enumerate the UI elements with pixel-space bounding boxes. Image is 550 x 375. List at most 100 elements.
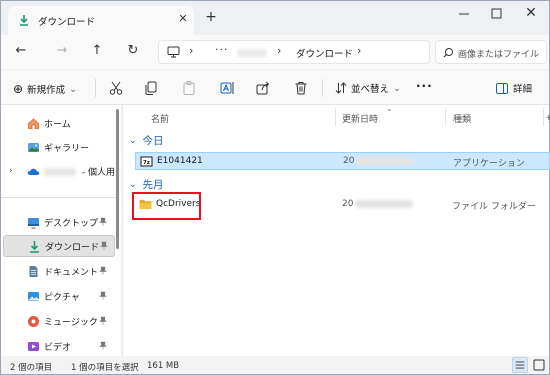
sidebar-item-label: ピクチャ [44, 292, 80, 303]
sort-label: 並べ替え [351, 84, 390, 95]
column-header-date[interactable]: 更新日時 [342, 112, 378, 125]
file-date: 20 [343, 156, 415, 166]
selection-count: 1 個の項目を選択 [71, 363, 139, 373]
sidebar-item-gallery[interactable]: ギャラリー [3, 136, 115, 158]
video-icon [28, 341, 39, 351]
search-box[interactable]: 画像またはファイル [435, 40, 547, 64]
address-bar[interactable]: › ··· › ダウンロード › [158, 40, 430, 64]
sidebar-item-label: ビデオ [44, 342, 72, 353]
copy-icon[interactable] [143, 80, 159, 96]
up-button[interactable]: ↑ [89, 43, 105, 59]
column-divider[interactable] [543, 108, 544, 126]
highlight-annotation [132, 192, 201, 220]
chevron-down-icon: ⌄ [393, 82, 401, 94]
chevron-down-icon: ⌄ [129, 135, 137, 146]
maximize-button[interactable] [490, 7, 504, 21]
sidebar-item-downloads[interactable]: ダウンロード [3, 235, 115, 257]
document-icon [29, 265, 38, 277]
title-bar: ダウンロード ✕ + ✕ [1, 1, 549, 35]
music-icon [28, 315, 39, 327]
navigation-pane: ホーム ギャラリー › - 個人用 デスクトップ ダウンロード ドキュメント ピ… [1, 105, 121, 356]
details-pane-icon [496, 82, 508, 94]
file-type: ファイル フォルダー [452, 202, 536, 212]
large-icons-view-icon[interactable] [531, 357, 547, 373]
breadcrumb-separator: › [277, 44, 282, 57]
column-divider[interactable] [445, 108, 446, 126]
search-placeholder: 画像またはファイル [458, 50, 540, 60]
group-header-today[interactable]: ⌄ 今日 [129, 133, 164, 148]
column-header-type[interactable]: 種類 [453, 112, 471, 125]
sidebar-item-label: - 個人用 [44, 165, 115, 178]
new-tab-button[interactable]: + [204, 10, 218, 24]
details-view-icon[interactable] [512, 357, 528, 373]
tab-downloads[interactable]: ダウンロード ✕ [8, 6, 194, 35]
details-pane-button[interactable]: 詳細 [496, 81, 532, 95]
breadcrumb-separator: › [189, 44, 194, 57]
sidebar-item-onedrive[interactable]: › - 個人用 [3, 160, 115, 182]
sidebar-divider [1, 197, 119, 198]
sidebar-item-desktop[interactable]: デスクトップ [3, 211, 115, 233]
breadcrumb-overflow[interactable]: ··· [215, 43, 229, 56]
sort-indicator-icon: ⌄ [386, 104, 393, 113]
computer-icon [167, 46, 180, 58]
cut-icon[interactable] [108, 80, 124, 96]
sidebar-item-label: ダウンロード [45, 242, 100, 253]
back-button[interactable]: ← [13, 43, 29, 59]
tab-title: ダウンロード [38, 17, 96, 28]
share-icon[interactable] [255, 80, 271, 96]
account-name-redacted [44, 168, 76, 176]
file-row[interactable]: 7z E1041421 20 アプリケーション [135, 152, 550, 170]
download-icon [20, 15, 28, 26]
command-bar: ⊕ 新規作成 ⌄ 並べ替え ⌄ ··· 詳細 [1, 71, 549, 105]
rename-icon[interactable] [219, 80, 235, 96]
sidebar-item-label: ギャラリー [44, 143, 90, 154]
close-window-button[interactable]: ✕ [523, 5, 539, 21]
plus-icon: ⊕ [13, 82, 24, 96]
tab-close-button[interactable]: ✕ [176, 12, 190, 26]
sidebar-item-label: ミュージック [44, 317, 98, 328]
sidebar-item-pictures[interactable]: ピクチャ [3, 285, 115, 307]
pin-icon [99, 341, 107, 352]
group-header-last-month[interactable]: ⌄ 先月 [129, 177, 164, 192]
date-redacted [355, 199, 414, 208]
breadcrumb-separator: › [357, 44, 362, 57]
explorer-window: ダウンロード ✕ + ✕ ← → ↑ ↻ › ··· › ダウンロード › 画像… [0, 0, 550, 375]
date-redacted [356, 156, 415, 165]
sort-icon [335, 82, 347, 94]
paste-icon[interactable] [181, 80, 197, 96]
toolbar-divider [322, 79, 323, 97]
sidebar-scrollbar[interactable] [116, 109, 119, 249]
desktop-icon [28, 217, 39, 228]
sidebar-item-music[interactable]: ミュージック [3, 310, 115, 332]
pin-icon [100, 241, 108, 252]
pin-icon [99, 266, 107, 277]
sidebar-item-home[interactable]: ホーム [3, 112, 115, 134]
minimize-button[interactable] [454, 7, 474, 21]
gallery-icon [28, 142, 39, 152]
new-button[interactable]: ⊕ 新規作成 ⌄ [13, 81, 77, 97]
sidebar-item-label: ドキュメント [44, 267, 99, 278]
more-options-button[interactable]: ··· [416, 79, 433, 93]
delete-icon[interactable] [293, 80, 309, 96]
details-label: 詳細 [513, 84, 533, 95]
chevron-right-icon[interactable]: › [9, 166, 13, 176]
breadcrumb-current[interactable]: ダウンロード [296, 46, 353, 60]
pin-icon [99, 316, 107, 327]
file-list: 名前 更新日時 ⌄ 種類 サ ⌄ 今日 7z E1041421 20 アプリケー… [122, 104, 550, 356]
sort-button[interactable]: 並べ替え ⌄ [335, 81, 401, 95]
forward-button[interactable]: → [54, 43, 70, 59]
group-label: 先月 [142, 179, 164, 191]
sidebar-item-label: ホーム [44, 119, 71, 130]
refresh-button[interactable]: ↻ [125, 43, 141, 59]
cloud-icon [27, 168, 40, 175]
column-header-name[interactable]: 名前 [151, 112, 169, 125]
sidebar-item-documents[interactable]: ドキュメント [3, 260, 115, 282]
column-header-size[interactable]: サ [546, 112, 550, 125]
search-icon [443, 48, 453, 58]
chevron-down-icon: ⌄ [129, 179, 137, 190]
column-divider[interactable] [335, 108, 336, 126]
sidebar-item-videos[interactable]: ビデオ [3, 335, 115, 357]
svg-text:7z: 7z [143, 160, 150, 166]
file-name: E1041421 [157, 156, 203, 166]
breadcrumb-user-redacted [237, 49, 267, 57]
